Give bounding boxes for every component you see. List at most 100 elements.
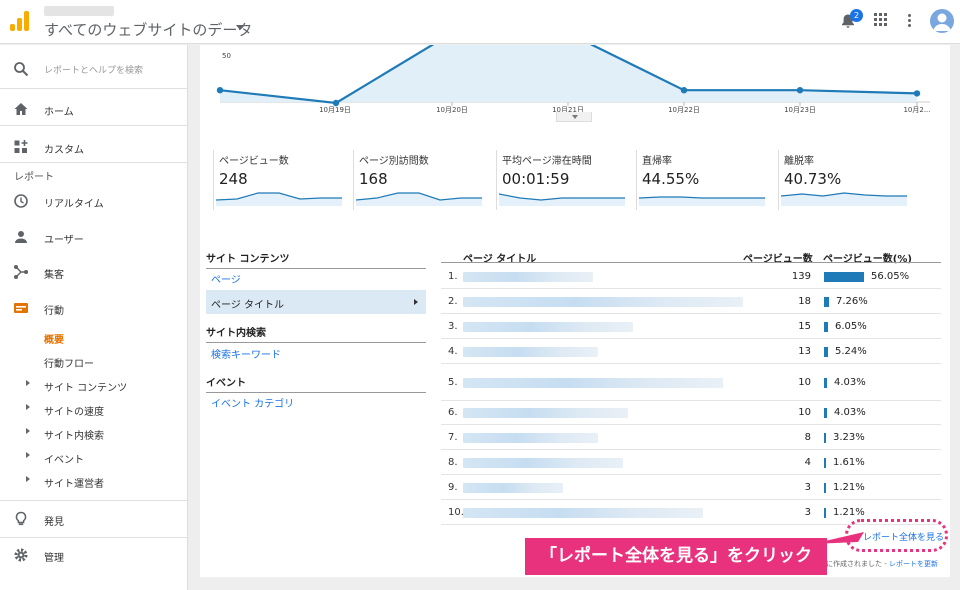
metric-label: ページビュー数 xyxy=(219,156,289,167)
expand-arrow-icon[interactable] xyxy=(26,380,30,386)
sidebar-item-home[interactable]: ホーム xyxy=(0,97,188,123)
metric-tile[interactable]: ページビュー数 248 xyxy=(213,150,348,210)
report-link-event-category[interactable]: イベント カテゴリ xyxy=(211,395,294,410)
row-index: 4. xyxy=(448,346,458,357)
page-title-blurred[interactable] xyxy=(463,322,633,332)
metric-sparkline xyxy=(781,192,907,206)
sidebar-item-admin[interactable]: 管理 xyxy=(0,545,188,567)
pageview-percent-bar xyxy=(824,272,864,282)
page-title-blurred[interactable] xyxy=(463,483,563,493)
collapse-chart-tab[interactable] xyxy=(556,112,592,122)
account-name-blurred xyxy=(44,6,114,16)
sidebar-subitem-flow[interactable]: 行動フロー xyxy=(44,355,94,370)
sidebar-item-label: 発見 xyxy=(44,517,64,528)
analytics-logo-icon[interactable] xyxy=(10,11,30,31)
table-row[interactable]: 8. 4 1.61% xyxy=(441,451,941,475)
pageviews-value: 3 xyxy=(804,482,811,493)
expand-arrow-icon[interactable] xyxy=(26,404,30,410)
sidebar-item-acquisition[interactable]: 集客 xyxy=(0,262,188,284)
sidebar-subitem-site-speed[interactable]: サイトの速度 xyxy=(44,403,104,418)
table-row[interactable]: 9. 3 1.21% xyxy=(441,476,941,500)
property-selector[interactable]: すべてのウェブサイトのデータ xyxy=(44,19,252,40)
more-vert-icon[interactable] xyxy=(906,13,912,29)
report-link-page-title-selected[interactable]: ページ タイトル xyxy=(206,290,426,314)
pageview-percent-bar xyxy=(824,408,827,418)
sidebar-subitem-publisher[interactable]: サイト運営者 xyxy=(44,475,104,490)
chart-data-point[interactable] xyxy=(913,90,921,97)
sidebar-item-behavior[interactable]: 行動 xyxy=(0,298,188,320)
sidebar-subitem-site-content[interactable]: サイト コンテンツ xyxy=(44,379,127,394)
report-link-search-keyword[interactable]: 検索キーワード xyxy=(211,346,281,361)
clock-icon xyxy=(14,194,28,208)
sidebar-item-label: リアルタイム xyxy=(44,199,104,210)
sidebar-item-discover[interactable]: 発見 xyxy=(0,509,188,531)
page-title-blurred[interactable] xyxy=(463,297,743,307)
pageview-percent-bar xyxy=(824,347,828,357)
pageview-percent: 7.26% xyxy=(836,296,868,307)
sidebar-item-users[interactable]: ユーザー xyxy=(0,227,188,249)
report-nav-heading-site-content: サイト コンテンツ xyxy=(206,250,426,269)
notification-count-badge: 2 xyxy=(850,9,863,22)
chevron-down-icon[interactable] xyxy=(236,25,244,30)
x-tick-label: 10月22日 xyxy=(668,106,700,114)
search-icon xyxy=(14,62,29,77)
page-title-blurred[interactable] xyxy=(463,272,593,282)
metric-tile[interactable]: 直帰率 44.55% xyxy=(636,150,771,210)
sidebar-item-realtime[interactable]: リアルタイム xyxy=(0,191,188,213)
metric-sparkline xyxy=(216,192,342,206)
pageviews-value: 10 xyxy=(798,407,811,418)
table-row[interactable]: 2. 18 7.26% xyxy=(441,290,941,314)
sidebar-item-label: カスタム xyxy=(44,145,84,156)
sidebar-item-custom[interactable]: カスタム xyxy=(0,135,188,161)
metric-tile[interactable]: ページ別訪問数 168 xyxy=(353,150,488,210)
sidebar-search[interactable]: レポートとヘルプを検索 xyxy=(0,55,188,81)
search-input[interactable]: レポートとヘルプを検索 xyxy=(44,63,143,76)
table-row[interactable]: 5. 10 4.03% xyxy=(441,365,941,401)
metric-tile[interactable]: 離脱率 40.73% xyxy=(778,150,913,210)
avatar[interactable] xyxy=(930,9,954,33)
pageview-percent-bar xyxy=(824,378,827,388)
metric-label: 離脱率 xyxy=(784,156,814,167)
metric-tile[interactable]: 平均ページ滞在時間 00:01:59 xyxy=(496,150,631,210)
x-tick-label: 10月2... xyxy=(903,106,930,114)
page-title-blurred[interactable] xyxy=(463,347,598,357)
gear-icon xyxy=(14,548,28,562)
apps-grid-icon[interactable] xyxy=(874,13,888,27)
metric-label: 平均ページ滞在時間 xyxy=(502,156,592,167)
table-row[interactable]: 7. 8 3.23% xyxy=(441,426,941,450)
view-full-report-link[interactable]: レポート全体を見る xyxy=(863,530,944,543)
pageview-percent: 5.24% xyxy=(835,346,867,357)
chart-data-point[interactable] xyxy=(680,87,688,94)
sidebar-subitem-events[interactable]: イベント xyxy=(44,451,84,466)
chart-data-point[interactable] xyxy=(796,87,804,94)
chevron-down-icon xyxy=(572,115,578,119)
chart-area-fill xyxy=(220,45,917,103)
expand-arrow-icon[interactable] xyxy=(26,452,30,458)
pageview-percent: 1.21% xyxy=(833,482,865,493)
table-row[interactable]: 3. 15 6.05% xyxy=(441,315,941,339)
page-title-blurred[interactable] xyxy=(463,458,623,468)
chevron-right-icon xyxy=(414,299,418,305)
table-row[interactable]: 6. 10 4.03% xyxy=(441,401,941,425)
metric-sparkline xyxy=(639,196,765,206)
x-tick-label: 10月23日 xyxy=(784,106,816,114)
page-title-blurred[interactable] xyxy=(463,508,703,518)
row-index: 1. xyxy=(448,271,458,282)
divider xyxy=(0,162,188,163)
pageviews-value: 8 xyxy=(804,432,811,443)
page-title-blurred[interactable] xyxy=(463,433,598,443)
page-title-blurred[interactable] xyxy=(463,378,723,388)
expand-arrow-icon[interactable] xyxy=(26,428,30,434)
table-row[interactable]: 1. 139 56.05% xyxy=(441,265,941,289)
refresh-report-link[interactable]: レポートを更新 xyxy=(889,560,938,568)
sidebar-subitem-site-search[interactable]: サイト内検索 xyxy=(44,427,104,442)
table-row[interactable]: 4. 13 5.24% xyxy=(441,340,941,364)
report-link-page[interactable]: ページ xyxy=(211,271,241,286)
divider xyxy=(0,500,188,501)
sidebar-subitem-overview[interactable]: 概要 xyxy=(44,331,64,346)
expand-arrow-icon[interactable] xyxy=(26,476,30,482)
pageviews-value: 15 xyxy=(798,321,811,332)
pageview-percent-bar xyxy=(824,483,826,493)
chart-data-point[interactable] xyxy=(216,87,224,94)
page-title-blurred[interactable] xyxy=(463,408,628,418)
